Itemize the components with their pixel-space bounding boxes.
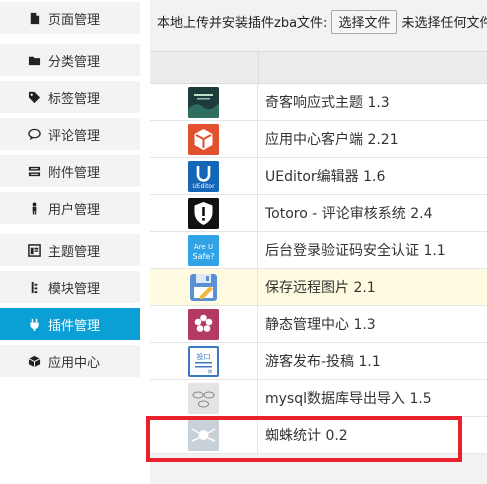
plugin-name[interactable]: 保存远程图片 2.1 (265, 269, 376, 305)
plugin-name[interactable]: Totoro - 评论审核系统 2.4 (265, 195, 432, 231)
sidebar-item-label: 评论管理 (48, 128, 101, 144)
svg-text:Safe?: Safe? (193, 252, 215, 261)
plugin-name[interactable]: 蜘蛛统计 0.2 (265, 417, 348, 453)
plugin-icon (27, 317, 41, 331)
svg-text:Are U: Are U (194, 243, 213, 251)
comment-icon (27, 127, 41, 141)
plugin-name[interactable]: 后台登录验证码安全认证 1.1 (265, 232, 446, 268)
sidebar-item-label: 主题管理 (48, 244, 101, 260)
page-icon (27, 11, 41, 25)
svg-text:投口: 投口 (197, 352, 211, 361)
upload-label: 本地上传并安装插件zba文件: (157, 16, 328, 31)
plugin-table: 奇客响应式主题 1.3 应用中心客户端 2.21 UEditor UEditor… (150, 51, 487, 454)
choose-file-button[interactable]: 选择文件 (331, 9, 398, 34)
plugin-name[interactable]: 游客发布-投稿 1.1 (265, 343, 381, 379)
plugin-name[interactable]: UEditor编辑器 1.6 (265, 158, 385, 194)
ueditor-logo-text: UEditor (192, 183, 215, 190)
tag-icon (27, 90, 41, 104)
sidebar-item-label: 插件管理 (48, 318, 101, 334)
sidebar-item-comments[interactable]: 评论管理 (0, 118, 140, 150)
sidebar-item-attachments[interactable]: 附件管理 (0, 155, 140, 187)
sidebar-item-label: 应用中心 (48, 355, 101, 371)
table-row: 静态管理中心 1.3 (150, 306, 487, 343)
table-row: 蜘蛛统计 0.2 (150, 417, 487, 454)
sidebar-item-users[interactable]: 用户管理 (0, 192, 140, 224)
sidebar-item-app-center[interactable]: 应用中心 (0, 345, 140, 377)
safe-captcha-icon: Are U Safe? (188, 235, 219, 266)
sidebar-item-label: 用户管理 (48, 202, 101, 218)
sidebar: 页面管理 分类管理 标签管理 评论管理 附件管理 用户管理 主题管理 模块管理 … (0, 0, 140, 484)
upload-bar: 本地上传并安装插件zba文件: 选择文件 未选择任何文件 (150, 0, 487, 43)
user-icon (27, 201, 41, 215)
table-row: UEditor UEditor编辑器 1.6 (150, 158, 487, 195)
sidebar-item-themes[interactable]: 主题管理 (0, 234, 140, 266)
spider-stats-icon (188, 420, 219, 451)
main-panel: 本地上传并安装插件zba文件: 选择文件 未选择任何文件 奇客响应式主题 1.3… (150, 0, 487, 484)
sidebar-item-label: 页面管理 (48, 12, 101, 28)
table-header (150, 51, 487, 85)
attachment-icon (27, 164, 41, 178)
sidebar-item-categories[interactable]: 分类管理 (0, 44, 140, 76)
folder-icon (27, 53, 41, 67)
ueditor-icon: UEditor (188, 161, 219, 192)
table-row: Totoro - 评论审核系统 2.4 (150, 195, 487, 232)
sidebar-item-tags[interactable]: 标签管理 (0, 81, 140, 113)
qike-theme-icon (188, 87, 219, 118)
table-row: Are U Safe? 后台登录验证码安全认证 1.1 (150, 232, 487, 269)
sidebar-item-plugins[interactable]: 插件管理 (0, 308, 140, 340)
table-row: 保存远程图片 2.1 (150, 269, 487, 306)
plugin-name[interactable]: 奇客响应式主题 1.3 (265, 84, 390, 120)
sidebar-item-label: 附件管理 (48, 165, 101, 181)
theme-icon (27, 243, 41, 257)
static-manager-icon (188, 309, 219, 340)
plugin-name[interactable]: mysql数据库导出导入 1.5 (265, 380, 432, 416)
sidebar-item-modules[interactable]: 模块管理 (0, 271, 140, 303)
file-status: 未选择任何文件 (401, 16, 487, 31)
svg-text:稿: 稿 (208, 368, 212, 374)
sidebar-item-label: 分类管理 (48, 54, 101, 70)
table-row: 投口稿 游客发布-投稿 1.1 (150, 343, 487, 380)
sidebar-item-label: 模块管理 (48, 281, 101, 297)
save-remote-image-icon (188, 272, 219, 303)
plugin-name[interactable]: 静态管理中心 1.3 (265, 306, 376, 342)
plugin-name[interactable]: 应用中心客户端 2.21 (265, 121, 399, 157)
sidebar-item-label: 标签管理 (48, 91, 101, 107)
guest-post-icon: 投口稿 (188, 346, 219, 377)
totoro-shield-icon (188, 198, 219, 229)
table-row: mysql数据库导出导入 1.5 (150, 380, 487, 417)
table-row: 奇客响应式主题 1.3 (150, 84, 487, 121)
table-row: 应用中心客户端 2.21 (150, 121, 487, 158)
mysql-export-icon (188, 383, 219, 414)
app-center-icon (27, 354, 41, 368)
sidebar-item-pages[interactable]: 页面管理 (0, 2, 140, 34)
app-center-client-icon (188, 124, 219, 155)
module-icon (27, 280, 41, 294)
